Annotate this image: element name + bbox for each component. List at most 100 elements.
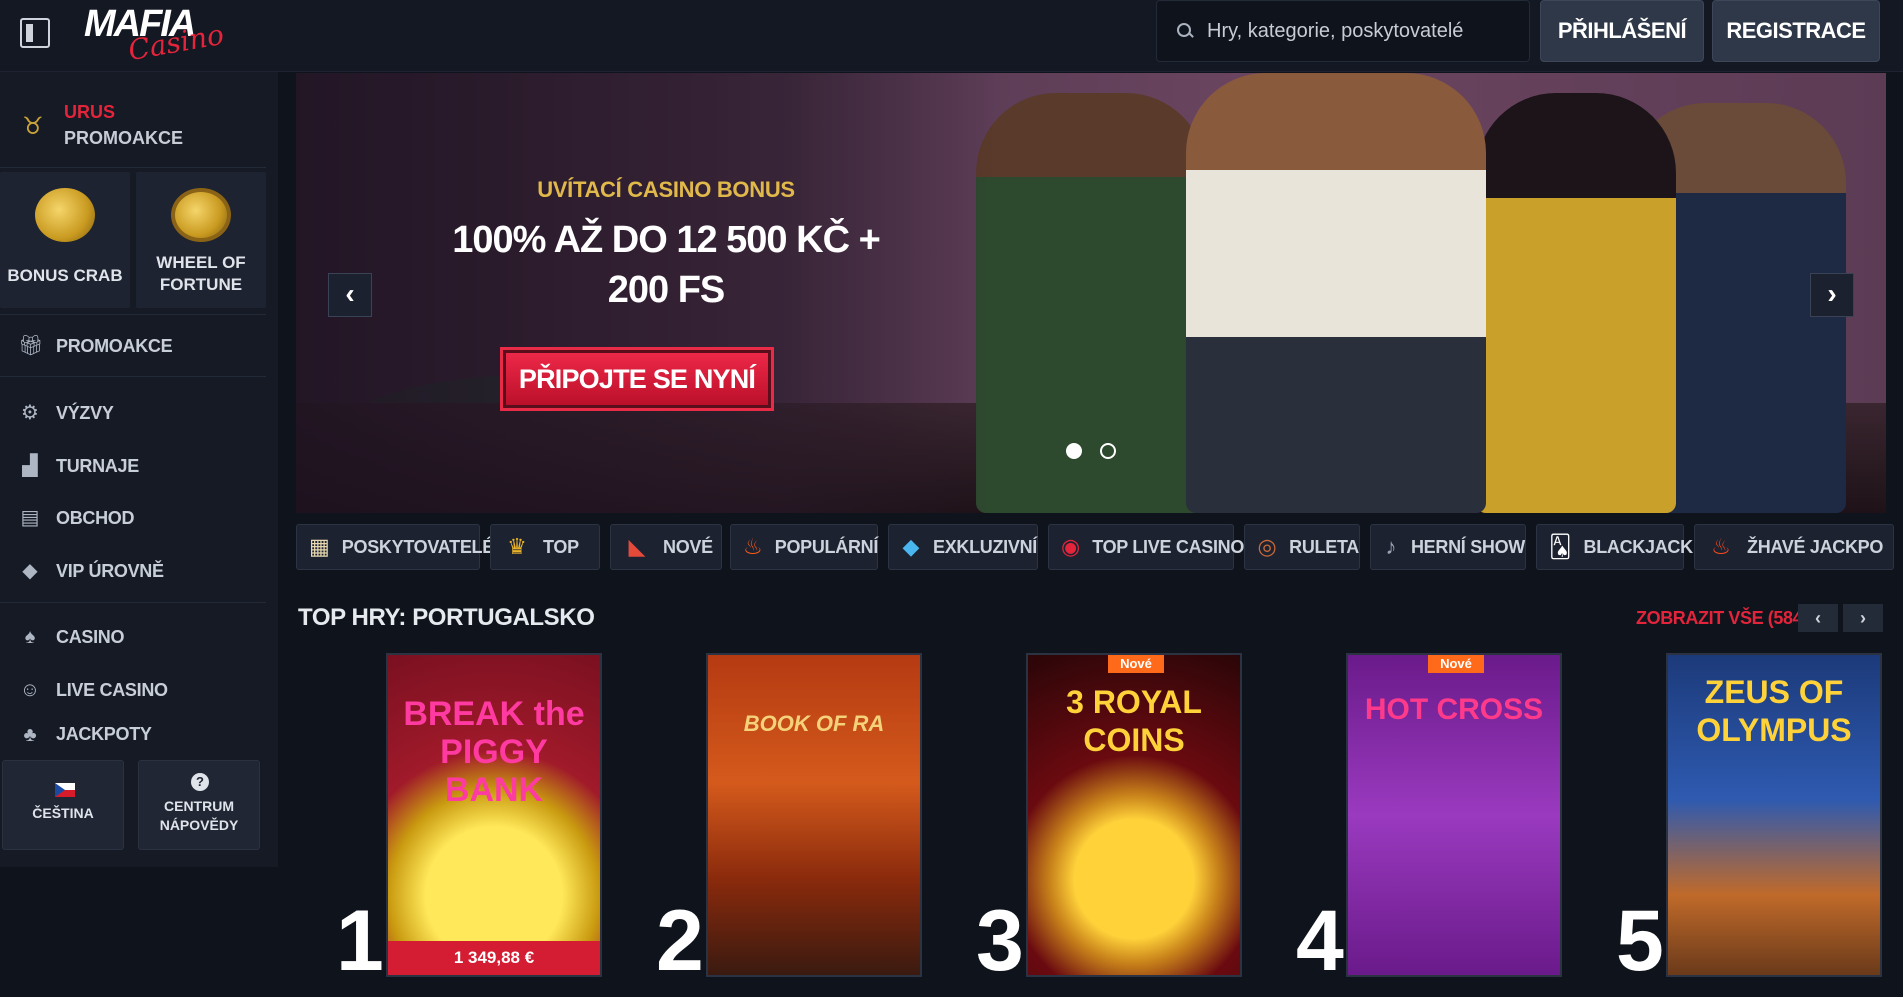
category-label: ŽHAVÉ JACKPO xyxy=(1747,536,1884,557)
category-exkluzivni[interactable]: ◆ EXKLUZIVNÍ xyxy=(888,524,1038,570)
sidebar-item-label: JACKPOTY xyxy=(56,724,152,744)
gift-icon: 🎁︎ xyxy=(18,335,44,357)
game-rank: 2 xyxy=(656,893,704,989)
jackpot-amount: 1 349,88 € xyxy=(388,941,600,975)
sidebar-toggle-icon[interactable] xyxy=(20,18,50,48)
gear-icon: ⚙ xyxy=(21,402,39,424)
category-blackjack[interactable]: 🂡︎ BLACKJACK xyxy=(1536,524,1693,570)
game-rank: 4 xyxy=(1296,893,1344,989)
category-popularni[interactable]: ♨ POPULÁRNÍ xyxy=(730,524,878,570)
category-nove[interactable]: ◣ NOVÉ xyxy=(610,524,722,570)
shop-icon: ▤ xyxy=(20,507,40,529)
category-label: NOVÉ xyxy=(663,536,713,557)
czech-flag-icon xyxy=(55,783,75,797)
category-label: TOP xyxy=(543,536,579,557)
hero-banner[interactable]: UVÍTACÍ CASINO BONUS 100% AŽ DO 12 500 K… xyxy=(296,73,1886,513)
category-label: EXKLUZIVNÍ xyxy=(932,536,1037,557)
category-top[interactable]: ♛ TOP xyxy=(490,524,600,570)
divider xyxy=(0,602,266,603)
help-label-line2: NÁPOVĚDY xyxy=(159,817,239,833)
login-button[interactable]: PŘIHLÁŠENÍ xyxy=(1540,0,1704,62)
sidebar-item-turnaje[interactable]: ▟ TURNAJE xyxy=(0,440,266,492)
top-games-title: TOP HRY: PORTUGALSKO xyxy=(298,604,595,631)
bull-icon: ♉ xyxy=(22,112,44,140)
sidebar-item-label: LIVE CASINO xyxy=(56,679,168,700)
sidebar-item-label: OBCHOD xyxy=(56,507,135,528)
category-top-live-casino[interactable]: ◉ TOP LIVE CASINO xyxy=(1048,524,1244,570)
sidebar-item-vip[interactable]: ◆ VIP ÚROVNĚ xyxy=(0,545,266,597)
megaphone-icon: ◣ xyxy=(628,534,646,559)
game-rank: 5 xyxy=(1616,893,1664,989)
game-card-zeus-of-olympus[interactable]: ZEUS OF OLYMPUS xyxy=(1666,653,1882,977)
category-bar: ▦ POSKYTOVATELÉ ♛ TOP ◣ NOVÉ ♨ POPULÁRNÍ… xyxy=(296,524,1896,572)
sidebar-item-live-casino[interactable]: ☺ LIVE CASINO xyxy=(0,664,266,716)
register-button[interactable]: REGISTRACE xyxy=(1712,0,1880,62)
category-label: RULETA xyxy=(1289,536,1359,557)
wheel-icon xyxy=(171,188,231,242)
sidebar-item-obchod[interactable]: ▤ OBCHOD xyxy=(0,492,266,544)
live-dealer-icon: ☺ xyxy=(19,679,41,701)
search-input[interactable] xyxy=(1207,19,1507,43)
sidebar-promo-urus[interactable]: ♉ URUS PROMOAKCE xyxy=(0,86,266,168)
category-herni-show[interactable]: ♪ HERNÍ SHOW xyxy=(1370,524,1526,570)
diamond-icon: ◆ xyxy=(22,560,38,582)
game-card-break-the-piggy-bank[interactable]: BREAK the PIGGY BANK 1 349,88 € xyxy=(386,653,602,977)
promo-urus-subtitle: PROMOAKCE xyxy=(64,128,184,148)
logo[interactable]: MAFIA Casino xyxy=(84,4,226,67)
category-label: POSKYTOVATELÉ xyxy=(341,536,494,557)
game-card-hot-cross[interactable]: Nové HOT CROSS xyxy=(1346,653,1562,977)
sidebar-item-label: CASINO xyxy=(56,626,125,647)
game-card-book-of-ra[interactable]: BOOK OF RA xyxy=(706,653,922,977)
sidebar-item-vyzvy[interactable]: ⚙ VÝZVY xyxy=(0,387,266,439)
carousel-dot-active[interactable] xyxy=(1066,443,1082,459)
tile-bonus-crab[interactable]: BONUS CRAB xyxy=(0,172,130,308)
header: MAFIA Casino PŘIHLÁŠENÍ REGISTRACE xyxy=(0,0,1903,72)
category-ruleta[interactable]: ◎ RULETA xyxy=(1244,524,1360,570)
show-all-link[interactable]: ZOBRAZIT VŠE (584) xyxy=(1636,608,1808,629)
category-label: TOP LIVE CASINO xyxy=(1092,536,1245,557)
banner-subtitle: UVÍTACÍ CASINO BONUS xyxy=(537,177,795,202)
sidebar-item-label: VÝZVY xyxy=(56,402,114,423)
spade-icon: ♠ xyxy=(24,626,36,648)
game-rank: 3 xyxy=(976,893,1024,989)
game-card-3-royal-coins[interactable]: Nové 3 ROYAL COINS xyxy=(1026,653,1242,977)
microphone-icon: ♪ xyxy=(1385,534,1397,559)
fire-icon: ♨ xyxy=(743,534,763,559)
games-next-arrow-icon[interactable]: › xyxy=(1843,604,1883,632)
sidebar-item-jackpoty[interactable]: ♣ JACKPOTY xyxy=(0,714,266,746)
join-now-button[interactable]: PŘIPOJTE SE NYNÍ xyxy=(500,347,774,411)
new-badge: Nové xyxy=(1108,655,1164,673)
sidebar-item-label: VIP ÚROVNĚ xyxy=(56,560,164,581)
tile-wheel-label-line1: WHEEL OF xyxy=(156,253,246,272)
help-label-line1: CENTRUM xyxy=(164,798,234,814)
category-label: HERNÍ SHOW xyxy=(1410,536,1525,557)
character-figure xyxy=(976,93,1206,513)
tile-wheel-label: WHEEL OF FORTUNE xyxy=(136,252,266,296)
character-figure xyxy=(1476,93,1676,513)
games-prev-arrow-icon[interactable]: ‹ xyxy=(1798,604,1838,632)
sidebar-item-label: PROMOAKCE xyxy=(56,335,173,356)
sidebar-item-promoakce[interactable]: 🎁︎ PROMOAKCE xyxy=(0,320,266,372)
game-title: ZEUS OF OLYMPUS xyxy=(1696,674,1852,748)
roulette-icon: ◎ xyxy=(1257,534,1277,559)
promo-urus-title: URUS xyxy=(64,102,116,122)
category-zhave-jackpoty[interactable]: ♨ ŽHAVÉ JACKPO xyxy=(1694,524,1894,570)
language-selector[interactable]: ČEŠTINA xyxy=(2,760,124,850)
category-label: POPULÁRNÍ xyxy=(774,536,879,557)
new-badge: Nové xyxy=(1428,655,1484,673)
banner-prev-arrow-icon[interactable]: ‹ xyxy=(328,273,372,317)
search-box[interactable] xyxy=(1156,0,1530,62)
crown-icon: ♛ xyxy=(507,534,527,559)
banner-title-line2: 200 FS xyxy=(607,269,726,311)
game-title: BOOK OF RA xyxy=(743,711,885,736)
diamond-icon: ◆ xyxy=(902,534,920,559)
tile-wheel-of-fortune[interactable]: WHEEL OF FORTUNE xyxy=(136,172,266,308)
carousel-dot[interactable] xyxy=(1100,443,1116,459)
help-icon: ? xyxy=(191,773,209,791)
category-poskytovatele[interactable]: ▦ POSKYTOVATELÉ xyxy=(296,524,494,570)
sidebar-item-casino[interactable]: ♠ CASINO xyxy=(0,611,266,663)
podium-icon: ▟ xyxy=(22,455,38,477)
help-center-button[interactable]: ? CENTRUM NÁPOVĚDY xyxy=(138,760,260,850)
banner-next-arrow-icon[interactable]: › xyxy=(1810,273,1854,317)
character-figure xyxy=(1186,73,1486,513)
